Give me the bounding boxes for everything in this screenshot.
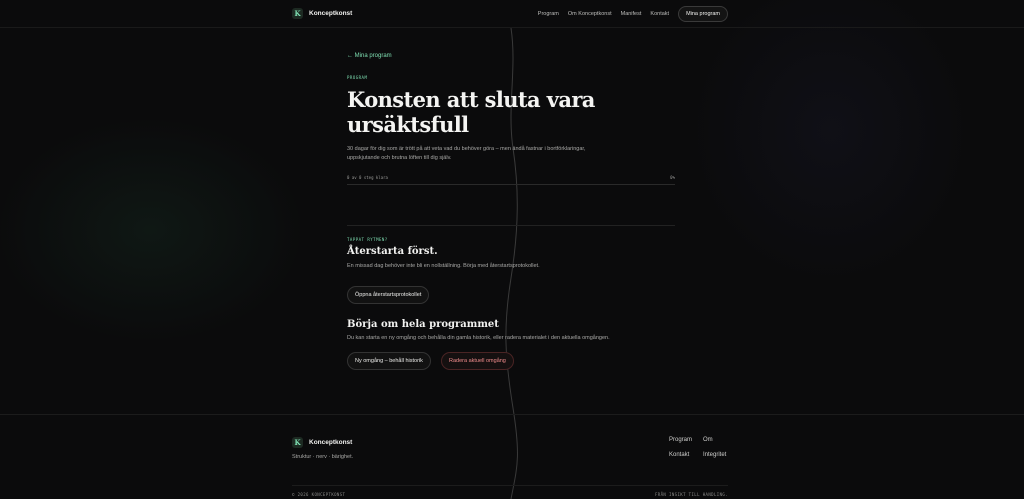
footer-tagline: Struktur · nerv · bärighet. [292,454,354,460]
description-line2: uppskjutande och brutna löften till dig … [347,155,452,161]
open-restart-protocol-button[interactable]: Öppna återstartsprotokollet [347,286,430,304]
nav-item-program[interactable]: Program [538,11,559,17]
footer-brand[interactable]: K Konceptkonst [292,437,352,448]
progress-bar [347,184,675,185]
progress-label: 0 av 0 steg klara [347,175,388,180]
new-round-button[interactable]: Ny omgång – behåll historik [347,352,431,370]
my-programs-button[interactable]: Mina program [678,5,728,22]
logo-icon: K [292,8,303,19]
brand-logo[interactable]: K Konceptkonst [292,8,352,19]
program-eyebrow: PROGRAM [347,75,368,80]
footer-logo-icon: K [292,437,303,448]
copyright: © 2026 KONCEPTKONST [292,492,346,497]
delete-round-button[interactable]: Radera aktuell omgång [441,352,514,370]
back-link[interactable]: ← Mina program [347,53,392,59]
site-header: K Konceptkonst Program Om Konceptkonst M… [292,0,728,27]
footer-link-integritet[interactable]: Integritet [703,452,726,458]
footer-motto: FRÅN INSIKT TILL HANDLING. [654,492,728,497]
page-title-line1: Konsten att sluta vara [347,87,595,112]
restart-title: Återstarta först. [347,246,438,257]
description-line1: 30 dagar för dig som är trött på att vet… [347,146,586,152]
section-divider [347,225,675,226]
footer-brand-name: Konceptkonst [309,439,353,446]
nav-item-manifest[interactable]: Manifest [621,11,642,17]
footer-bottom-divider [292,485,728,486]
reset-title: Börja om hela programmet [347,319,499,330]
header-divider [0,27,1024,28]
page-title-line2: ursäktsfull [347,112,469,137]
restart-text: En missad dag behöver inte bli en nollst… [347,263,540,269]
footer-divider [0,414,1024,415]
nav-item-om[interactable]: Om Konceptkonst [568,11,612,17]
page-title: Konsten att sluta vara ursäktsfull [347,87,667,137]
footer-link-om[interactable]: Om [703,437,713,443]
footer-link-kontakt[interactable]: Kontakt [669,452,689,458]
restart-eyebrow: TAPPAT RYTMEN? [347,237,388,242]
nav-item-kontakt[interactable]: Kontakt [650,11,669,17]
program-description: 30 dagar för dig som är trött på att vet… [347,145,637,163]
footer-link-program[interactable]: Program [669,437,692,443]
brand-name: Konceptkonst [309,10,353,17]
reset-text: Du kan starta en ny omgång och behålla d… [347,335,610,341]
main-nav: Program Om Konceptkonst Manifest Kontakt… [538,5,728,22]
progress-percent: 0% [670,175,675,180]
